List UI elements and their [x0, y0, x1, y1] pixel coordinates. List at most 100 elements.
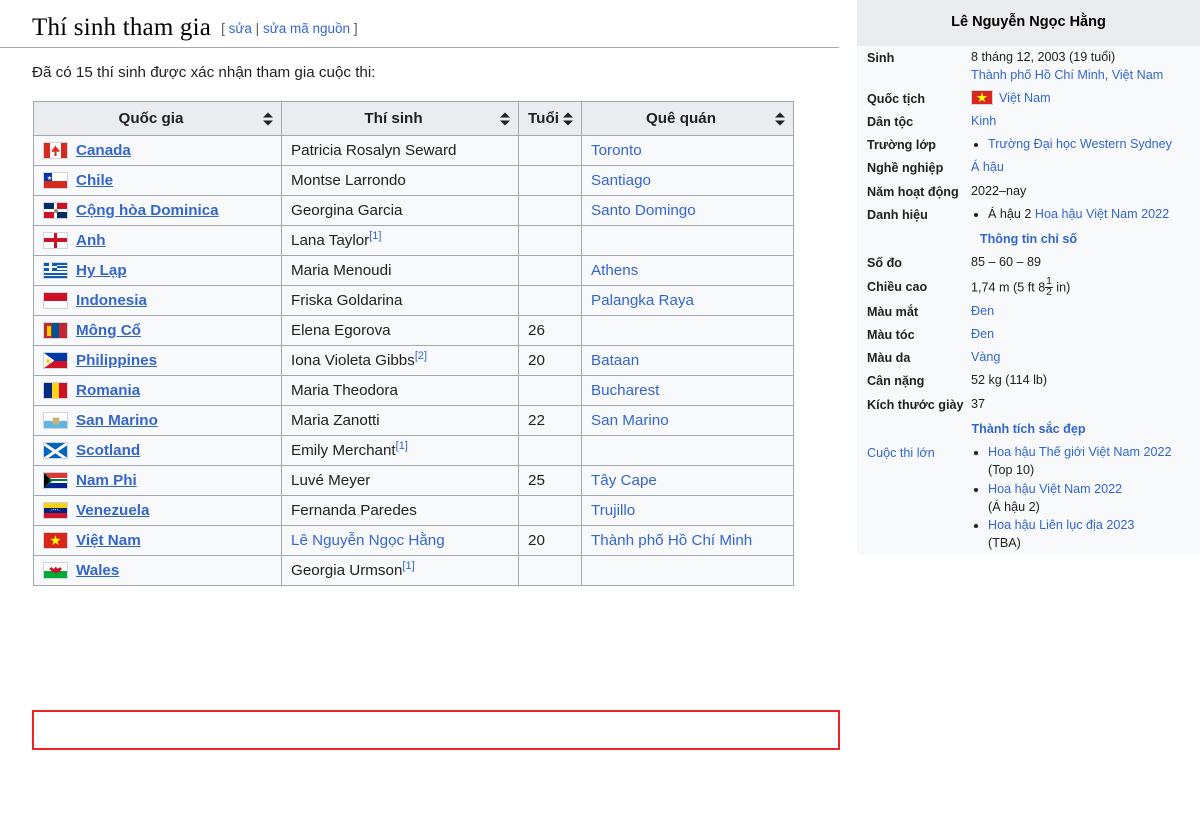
country-link[interactable]: Anh: [76, 232, 106, 249]
infobox-row-pageants: Cuộc thi lớn Hoa hậu Thế giới Việt Nam 2…: [857, 441, 1200, 555]
country-cell: San Marino: [43, 412, 272, 430]
hometown-link[interactable]: Santiago: [591, 172, 651, 189]
country-link[interactable]: Indonesia: [76, 292, 147, 309]
cell-contestant: Maria Menoudi: [281, 255, 519, 287]
contestant-link[interactable]: Lê Nguyễn Ngọc Hằng: [291, 532, 445, 549]
eye-color-link[interactable]: Đen: [971, 304, 994, 318]
occupation-link[interactable]: Á hậu: [971, 160, 1004, 174]
title-link[interactable]: Hoa hậu Việt Nam 2022: [1035, 207, 1169, 221]
contestant-name: Emily Merchant: [291, 442, 396, 460]
edit-source-link[interactable]: sửa mã nguồn: [263, 21, 350, 36]
table-row: Hy Lạp Maria Menoudi Athens: [33, 255, 794, 287]
infobox-label-pageants: Cuộc thi lớn: [867, 446, 935, 461]
country-link[interactable]: Wales: [76, 562, 119, 579]
country-link[interactable]: Cộng hòa Dominica: [76, 202, 219, 219]
highlight-box-vietnam-row: [32, 710, 840, 750]
sort-icon[interactable]: [563, 112, 574, 126]
cell-age: 22: [518, 405, 582, 437]
hometown-link[interactable]: San Marino: [591, 412, 669, 429]
hair-color-link[interactable]: Đen: [971, 327, 994, 341]
cell-country: Việt Nam: [33, 525, 282, 557]
hometown-link[interactable]: Toronto: [591, 142, 642, 159]
column-header-age[interactable]: Tuổi: [518, 101, 582, 137]
infobox-label-education: Trường lớp: [867, 138, 937, 153]
infobox-label-hair-color: Màu tóc: [867, 327, 915, 342]
nationality-link[interactable]: Việt Nam: [999, 89, 1051, 107]
table-row: Philippines Iona Violeta Gibbs[2] 20 Bataan: [33, 345, 794, 377]
vietnam-flag-icon: [971, 90, 993, 106]
column-header-hometown[interactable]: Quê quán: [581, 101, 794, 137]
lead-paragraph: Đã có 15 thí sinh được xác nhận tham gia…: [32, 64, 376, 82]
mông-cổ-flag-icon: [43, 322, 68, 340]
ethnicity-link[interactable]: Kinh: [971, 114, 996, 128]
hometown-link[interactable]: Athens: [591, 262, 638, 279]
education-link[interactable]: Trường Đại học Western Sydney: [988, 137, 1172, 151]
cell-country: Anh: [33, 225, 282, 257]
infobox-value-titles: Á hậu 2 Hoa hậu Việt Nam 2022: [969, 205, 1192, 223]
venezuela-flag-icon: [43, 502, 68, 520]
infobox-row-ethnicity: Dân tộc Kinh: [857, 110, 1200, 133]
infobox-label-titles: Danh hiệu: [867, 207, 928, 222]
cell-country: Wales: [33, 555, 282, 587]
country-link[interactable]: Philippines: [76, 352, 157, 369]
table-body: Canada Patricia Rosalyn Seward Toronto Chil…: [33, 135, 794, 587]
hometown-link[interactable]: Palangka Raya: [591, 292, 694, 309]
sort-icon[interactable]: [263, 112, 274, 126]
country-link[interactable]: Hy Lạp: [76, 262, 127, 279]
reference-link[interactable]: [1]: [402, 560, 414, 572]
contestants-table: Quốc gia Thí sinh Tuổi Quê quán Canada P…: [33, 101, 794, 587]
pageant-link[interactable]: Hoa hậu Thế giới Việt Nam 2022: [988, 445, 1172, 459]
country-link[interactable]: Việt Nam: [76, 532, 141, 549]
column-header-contestant[interactable]: Thí sinh: [281, 101, 519, 137]
hy-lạp-flag-icon: [43, 262, 68, 280]
country-link[interactable]: Venezuela: [76, 502, 149, 519]
reference-link[interactable]: [2]: [415, 350, 427, 362]
country-link[interactable]: Romania: [76, 382, 140, 399]
titles-list: Á hậu 2 Hoa hậu Việt Nam 2022: [971, 205, 1192, 223]
reference-link[interactable]: [1]: [396, 440, 408, 452]
country-link[interactable]: Chile: [76, 172, 113, 189]
skin-color-link[interactable]: Vàng: [971, 350, 1000, 364]
list-item: Trường Đại học Western Sydney: [988, 135, 1192, 153]
edit-link[interactable]: sửa: [229, 21, 252, 36]
birth-place-link[interactable]: Thành phố Hồ Chí Minh, Việt Nam: [971, 68, 1163, 82]
table-row: Nam Phi Luvé Meyer 25 Tây Cape: [33, 465, 794, 497]
pageant-link[interactable]: Hoa hậu Liên lục địa 2023: [988, 518, 1134, 532]
infobox-row-hair-color: Màu tóc Đen: [857, 323, 1200, 346]
cell-country: Canada: [33, 135, 282, 167]
reference-link[interactable]: [1]: [369, 230, 381, 242]
nam-phi-flag-icon: [43, 472, 68, 490]
country-link[interactable]: Canada: [76, 142, 131, 159]
cell-age: [518, 255, 582, 287]
table-row: Canada Patricia Rosalyn Seward Toronto: [33, 135, 794, 167]
indonesia-flag-icon: [43, 292, 68, 310]
country-cell: Scotland: [43, 442, 272, 460]
cell-hometown: Bucharest: [581, 375, 794, 407]
contestant-name: Montse Larrondo: [291, 172, 406, 190]
hometown-link[interactable]: Trujillo: [591, 502, 635, 519]
hometown-link[interactable]: Thành phố Hồ Chí Minh: [591, 532, 752, 549]
table-row: Chile Montse Larrondo Santiago: [33, 165, 794, 197]
column-header-country[interactable]: Quốc gia: [33, 101, 282, 137]
sort-icon[interactable]: [500, 112, 511, 126]
infobox-label-shoe-size: Kích thước giày: [867, 397, 964, 412]
infobox-row-titles: Danh hiệu Á hậu 2 Hoa hậu Việt Nam 2022: [857, 203, 1200, 226]
cell-age: [518, 375, 582, 407]
contestant-name: Georgia Urmson: [291, 562, 403, 580]
sort-icon[interactable]: [775, 112, 786, 126]
cell-hometown: Athens: [581, 255, 794, 287]
hometown-link[interactable]: Bataan: [591, 352, 639, 369]
country-link[interactable]: Scotland: [76, 442, 140, 459]
cell-contestant: Emily Merchant[1]: [281, 435, 519, 467]
hometown-link[interactable]: Tây Cape: [591, 472, 657, 489]
hometown-link[interactable]: Santo Domingo: [591, 202, 696, 219]
cell-contestant: Maria Theodora: [281, 375, 519, 407]
weight-lb: (114 lb): [1001, 373, 1048, 388]
edit-separator: |: [255, 21, 260, 36]
hometown-link[interactable]: Bucharest: [591, 382, 659, 399]
pageant-link[interactable]: Hoa hậu Việt Nam 2022: [988, 482, 1122, 496]
country-link[interactable]: Mông Cổ: [76, 322, 141, 339]
country-link[interactable]: San Marino: [76, 412, 158, 429]
cell-country: Nam Phi: [33, 465, 282, 497]
country-link[interactable]: Nam Phi: [76, 472, 137, 489]
